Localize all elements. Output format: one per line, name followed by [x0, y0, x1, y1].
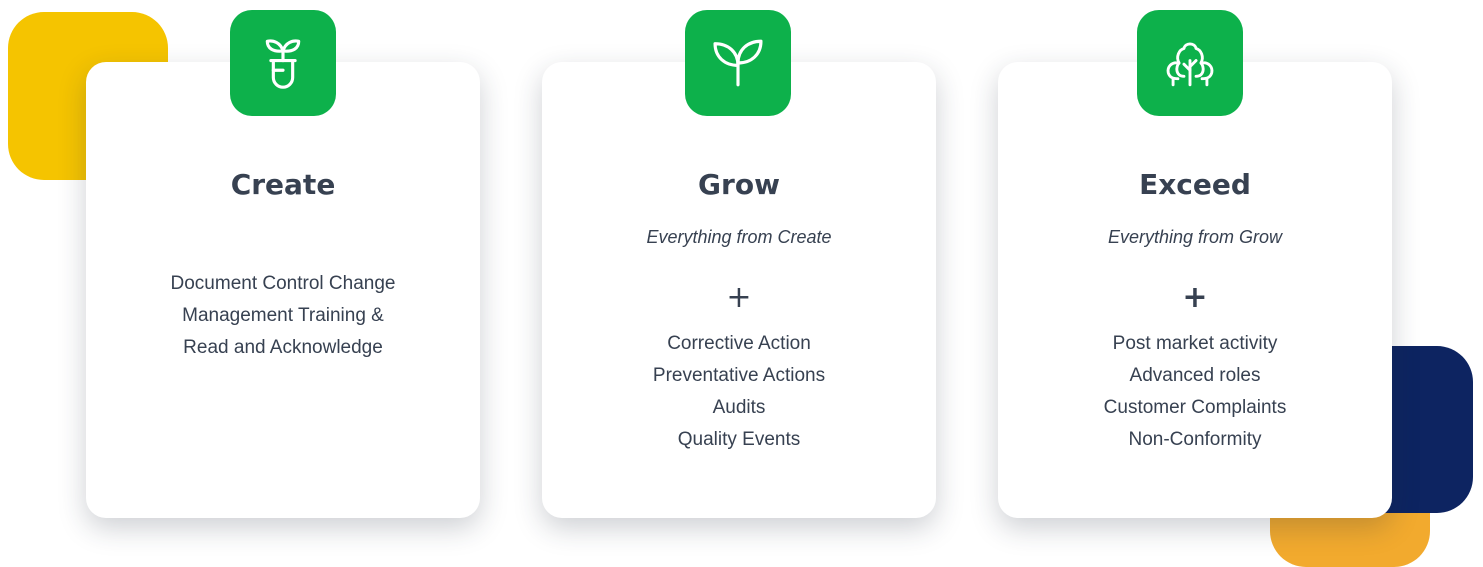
plan-title: Create — [230, 168, 336, 201]
feature-item: Preventative Actions — [652, 365, 826, 386]
trees-icon — [1137, 10, 1243, 116]
plan-title: Exceed — [1139, 168, 1251, 201]
feature-list: Corrective Action Preventative Actions A… — [542, 328, 936, 456]
feature-item: Quality Events — [677, 429, 801, 450]
feature-list: Post market activity Advanced roles Cust… — [998, 328, 1392, 456]
feature-item: Corrective Action — [667, 333, 811, 354]
feature-item: Non-Conformity — [1128, 429, 1262, 450]
feature-item: Advanced roles — [1129, 365, 1261, 386]
feature-item: Customer Complaints — [1103, 397, 1287, 418]
plus-sign: + — [726, 280, 752, 315]
plan-title: Grow — [698, 168, 780, 201]
plan-card-create: Create Document Control Change Managemen… — [86, 62, 480, 518]
plan-subtitle: Everything from Create — [646, 227, 832, 247]
plus-sign: + — [1182, 280, 1208, 315]
feature-item: Post market activity — [1112, 333, 1278, 354]
sprout-icon — [685, 10, 791, 116]
feature-list: Document Control Change Management Train… — [170, 273, 396, 358]
plan-subtitle: Everything from Grow — [1107, 227, 1283, 247]
plan-card-grow: Grow Everything from Create + Corrective… — [542, 62, 936, 518]
feature-item: Audits — [712, 397, 766, 418]
seedling-tube-icon — [230, 10, 336, 116]
plan-card-exceed: Exceed Everything from Grow + Post marke… — [998, 62, 1392, 518]
